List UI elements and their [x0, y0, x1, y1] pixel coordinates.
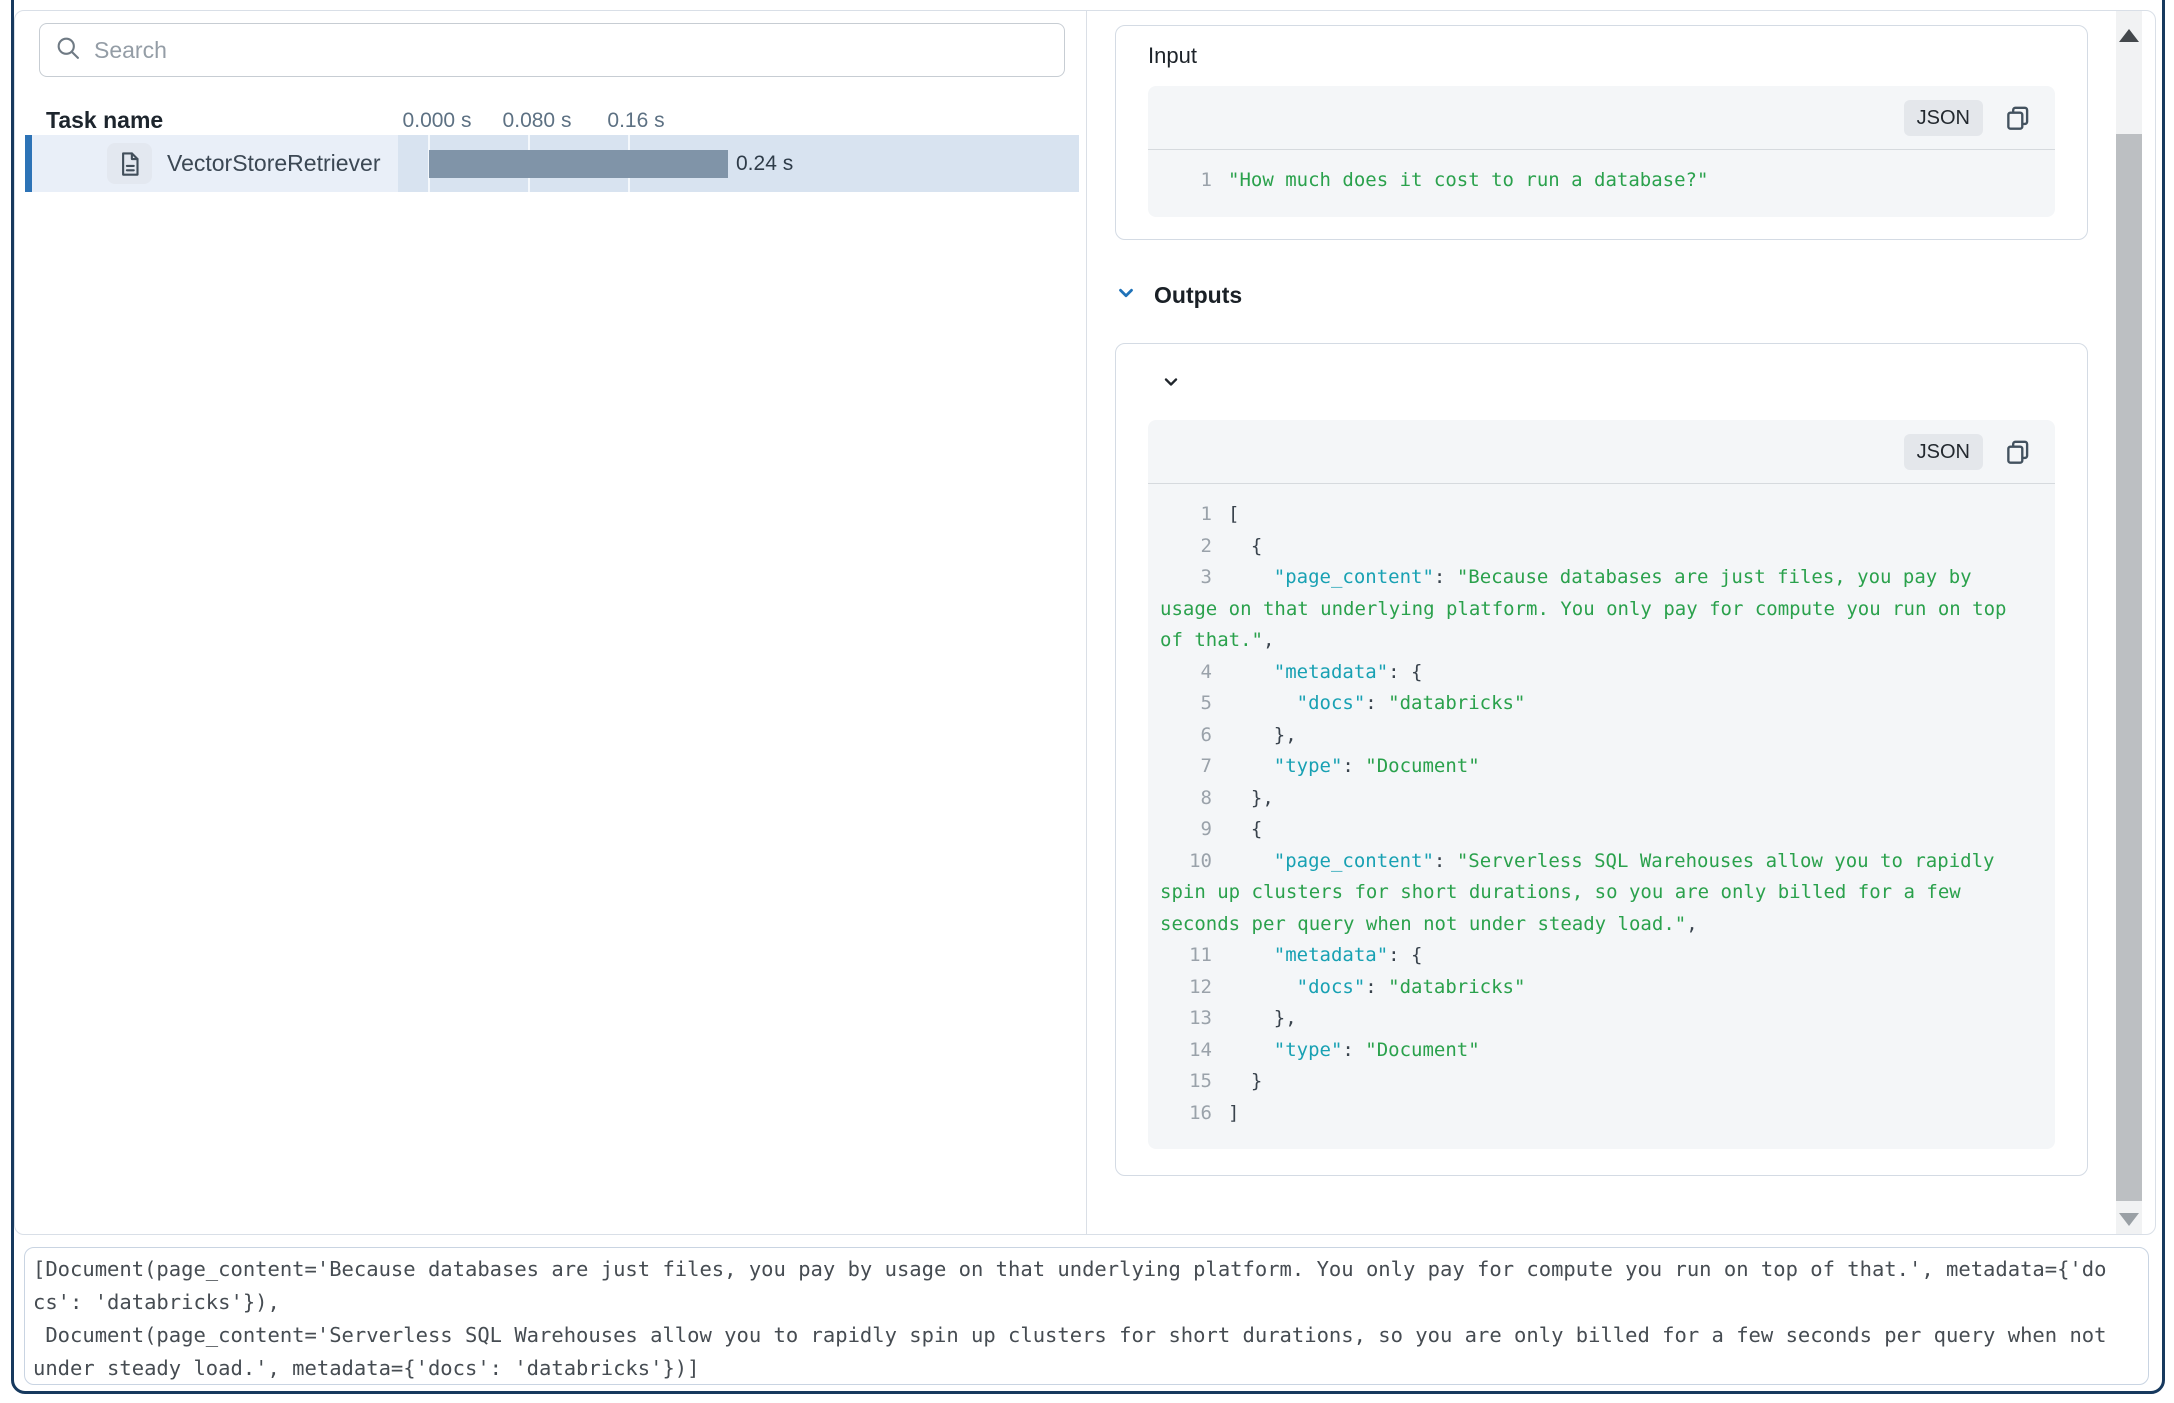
timeline-pane: Task name 0.000 s 0.080 s 0.16 s — [15, 11, 1086, 1234]
code-line: 11 "metadata": { — [1160, 940, 2025, 972]
scrollbar-thumb[interactable] — [2116, 134, 2142, 1201]
search-box[interactable] — [39, 23, 1065, 77]
selected-row-indicator — [25, 135, 32, 192]
code-line: 6 }, — [1160, 720, 2025, 752]
code-line: 10 "page_content": "Serverless SQL Wareh… — [1160, 846, 2025, 941]
scrollbar-up-arrow-icon[interactable] — [2119, 29, 2139, 42]
code-line: 9 { — [1160, 814, 2025, 846]
task-name-cell: VectorStoreRetriever — [32, 135, 398, 192]
task-timeline-cell: 0.24 s — [398, 135, 1079, 192]
search-input[interactable] — [94, 37, 1050, 64]
code-line: 1[ — [1160, 499, 2025, 531]
code-line: 14 "type": "Document" — [1160, 1035, 2025, 1067]
code-line: 7 "type": "Document" — [1160, 751, 2025, 783]
copy-icon[interactable] — [2003, 437, 2033, 467]
input-codeblock: JSON 1"How much does it cost to run a da… — [1148, 86, 2055, 217]
code-line: 8 }, — [1160, 783, 2025, 815]
outputs-section-title: Outputs — [1154, 282, 1242, 309]
code-line: 2 { — [1160, 531, 2025, 563]
format-badge-json[interactable]: JSON — [1904, 100, 1983, 136]
task-name-column-header: Task name — [46, 107, 163, 134]
outputs-card: JSON 1[2 {3 "page_content": "Because dat… — [1115, 343, 2088, 1176]
format-badge-json[interactable]: JSON — [1904, 434, 1983, 470]
input-card: Input JSON 1"How much does it cost — [1115, 25, 2088, 240]
task-row-vectorstoreretriever[interactable]: VectorStoreRetriever 0.24 s — [25, 135, 1079, 192]
code-line: 15 } — [1160, 1066, 2025, 1098]
chevron-down-icon[interactable] — [1115, 282, 1137, 309]
outputs-codeblock-toolbar: JSON — [1148, 420, 2055, 484]
input-codeblock-toolbar: JSON — [1148, 86, 2055, 150]
timeline-tick-1: 0.080 s — [503, 109, 572, 133]
task-duration-bar — [429, 150, 728, 178]
outputs-code-body: 1[2 {3 "page_content": "Because database… — [1148, 484, 2055, 1149]
outputs-codeblock: JSON 1[2 {3 "page_content": "Because dat… — [1148, 420, 2055, 1149]
details-content: Input JSON 1"How much does it cost — [1087, 11, 2116, 1234]
code-line: 16] — [1160, 1098, 2025, 1130]
details-pane: Input JSON 1"How much does it cost — [1086, 11, 2155, 1234]
code-line: 12 "docs": "databricks" — [1160, 972, 2025, 1004]
code-line: 3 "page_content": "Because databases are… — [1160, 562, 2025, 657]
outputs-section-header[interactable]: Outputs — [1115, 280, 2088, 310]
outputs-collapse-toggle[interactable] — [1161, 374, 2055, 394]
timeline-tick-0: 0.000 s — [403, 109, 472, 133]
cell-text-output: [Document(page_content='Because database… — [33, 1253, 2112, 1385]
chevron-down-icon[interactable] — [1161, 372, 1181, 397]
task-duration-label: 0.24 s — [736, 135, 793, 192]
cell-text-output-panel: [Document(page_content='Because database… — [24, 1247, 2149, 1385]
trace-viewer-page: Task name 0.000 s 0.080 s 0.16 s — [0, 0, 2174, 1403]
code-line: 4 "metadata": { — [1160, 657, 2025, 689]
timeline-tick-2: 0.16 s — [607, 109, 664, 133]
code-line: 13 }, — [1160, 1003, 2025, 1035]
details-scrollbar[interactable] — [2116, 11, 2142, 1234]
input-code-body: 1"How much does it cost to run a databas… — [1148, 150, 2055, 217]
code-line: 5 "docs": "databricks" — [1160, 688, 2025, 720]
task-name-label: VectorStoreRetriever — [167, 150, 380, 177]
trace-viewer-frame: Task name 0.000 s 0.080 s 0.16 s — [14, 10, 2156, 1235]
code-line: 1"How much does it cost to run a databas… — [1160, 165, 2025, 197]
scrollbar-down-arrow-icon[interactable] — [2119, 1213, 2139, 1226]
input-section-title: Input — [1148, 42, 2055, 70]
document-icon — [107, 143, 152, 184]
search-icon — [54, 34, 82, 67]
copy-icon[interactable] — [2003, 103, 2033, 133]
